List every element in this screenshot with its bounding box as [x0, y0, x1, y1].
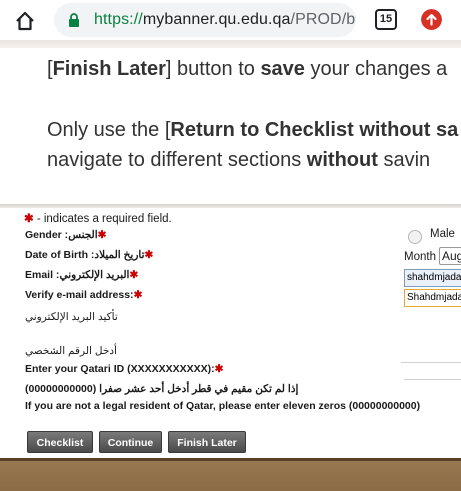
address-bar[interactable]: https://mybanner.qu.edu.qa/PROD/bw [54, 3, 356, 37]
email-field[interactable]: shahdmjadal [404, 269, 461, 287]
qatari-id-field-top [401, 362, 461, 363]
page-footer-band [0, 458, 461, 491]
footer-divider [0, 458, 461, 461]
required-field-note: ✱ - indicates a required field. [24, 213, 172, 225]
browser-toolbar: https://mybanner.qu.edu.qa/PROD/bw 15 [0, 0, 461, 40]
month-label: Month [404, 251, 436, 263]
instruction-line-2: Only use the [Return to Checklist withou… [47, 119, 459, 141]
lock-icon [69, 13, 79, 27]
finish-later-button[interactable]: Finish Later [168, 431, 246, 453]
qatari-id-label: Enter your Qatari ID (XXXXXXXXXXX):✱ [25, 363, 224, 375]
url-text: https://mybanner.qu.edu.qa/PROD/bw [94, 11, 356, 28]
tab-switcher-button[interactable]: 15 [375, 9, 397, 30]
gender-male-radio[interactable] [408, 230, 422, 244]
checklist-button[interactable]: Checklist [27, 431, 93, 453]
email-label: Email :البريد الإلكتروني✱ [25, 269, 139, 281]
qatari-id-label-ar: أدخل الرقم الشخصي [25, 345, 117, 357]
continue-button[interactable]: Continue [99, 431, 162, 453]
home-icon[interactable] [14, 10, 36, 32]
instructions-panel: [Finish Later] button to save your chang… [0, 48, 461, 204]
personal-info-form: ✱ - indicates a required field. Gender :… [0, 208, 461, 458]
page-top-strip [0, 40, 461, 48]
instruction-line-3: navigate to different sections without s… [47, 149, 431, 171]
verify-email-label-ar: تأكيد البريد الإلكتروني [25, 311, 118, 323]
gender-male-label: Male [430, 228, 455, 240]
verify-email-field[interactable]: Shahdmjadal [404, 289, 461, 307]
qatari-id-field[interactable] [404, 366, 461, 380]
dob-label: Date of Birth :تاريخ الميلاد✱ [25, 249, 154, 261]
month-select[interactable]: Aug [439, 247, 461, 265]
gender-label: Gender :الجنس✱ [25, 229, 107, 241]
update-icon[interactable] [421, 9, 442, 30]
instruction-line-1: [Finish Later] button to save your chang… [47, 58, 448, 80]
verify-email-label: Verify e-mail address:✱ [25, 289, 143, 301]
non-resident-note-ar: إذا لم تكن مقيم في قطر أدخل أحد عشر صفرا… [25, 383, 299, 395]
non-resident-note: If you are not a legal resident of Qatar… [25, 400, 421, 412]
